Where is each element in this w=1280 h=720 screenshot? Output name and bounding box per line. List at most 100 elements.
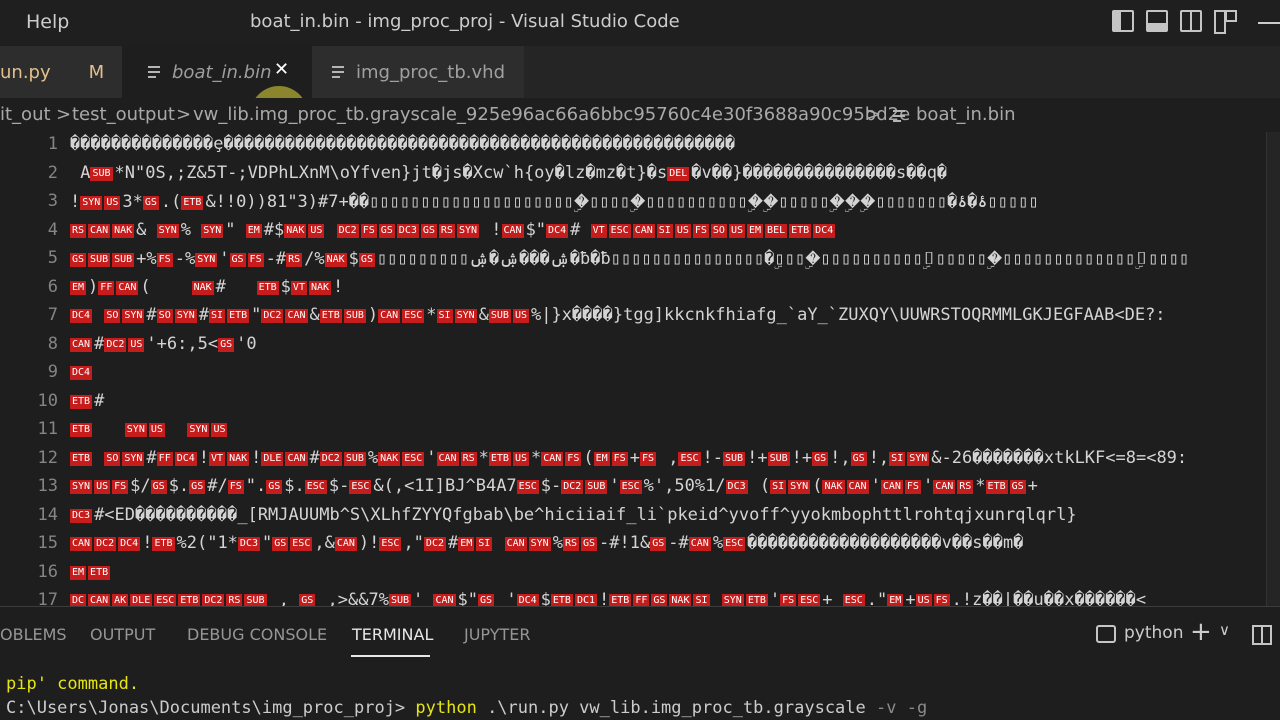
tab-debug-console[interactable]: DEBUG CONSOLE xyxy=(187,625,327,644)
control-char-badge: FS xyxy=(360,223,377,238)
breadcrumb-item[interactable]: test_output xyxy=(72,104,175,125)
window-title: boat_in.bin - img_proc_proj - Visual Stu… xyxy=(250,11,680,32)
control-char-badge: FS xyxy=(112,480,129,494)
code-line[interactable]: SYN US FS $/GS $. GS #/FS ". GS $. ESC $- ESC &(,<1I]… xyxy=(70,476,1266,496)
code-text: -#!1& xyxy=(599,533,651,553)
code-line[interactable]: EM ETB xyxy=(70,562,1266,582)
control-char-badge: SYN xyxy=(454,309,477,323)
control-char-badge: EM xyxy=(458,537,475,551)
code-text: , xyxy=(268,590,300,606)
code-line[interactable]: DC4 xyxy=(70,362,1266,382)
control-char-badge: GS xyxy=(850,451,867,466)
control-char-badge: CAN xyxy=(378,309,401,323)
line-number: 15 xyxy=(37,533,58,553)
code-line[interactable]: GS SUB SUB +% FS -% SYN ' GS FS -# RS/% NAK $ GS ▯▯▯▯▯▯… xyxy=(70,248,1266,269)
code-text: ' xyxy=(496,590,517,606)
code-line[interactable]: ETB SYN US SYN US xyxy=(70,419,1266,439)
code-text: �v��}���������������s��q� xyxy=(691,162,948,183)
control-char-badge: DC2 xyxy=(319,451,342,466)
control-char-badge: US xyxy=(211,423,228,437)
control-char-badge: ETB xyxy=(319,309,342,323)
code-line[interactable]: ��������������ȩ�������������������������… xyxy=(70,134,1266,154)
code-text: + xyxy=(822,590,843,606)
control-char-badge: VT xyxy=(590,223,607,238)
code-line[interactable]: CAN DC2 DC4! ETB %2("1* DC3 " GS ESC ,& CAN)! ESC ,"… xyxy=(70,533,1266,553)
terminal-name[interactable]: python xyxy=(1124,623,1183,643)
control-char-badge: CAN xyxy=(285,451,308,466)
new-terminal-icon[interactable]: + xyxy=(1190,617,1212,647)
control-char-badge: DC2 xyxy=(94,537,117,551)
toggle-panel-icon[interactable] xyxy=(1146,10,1168,32)
control-char-badge: BEL xyxy=(765,223,788,238)
code-line[interactable]: ETB # xyxy=(70,391,1266,411)
breadcrumb-item[interactable]: vw_lib.img_proc_tb.grayscale_925e96ac66a… xyxy=(193,104,910,125)
breadcrumb-item[interactable]: boat_in.bin xyxy=(916,104,1016,125)
editor-scrollbar[interactable] xyxy=(1266,132,1280,606)
terminal-output[interactable]: pip' command. C:\Users\Jonas\Documents\i… xyxy=(0,662,1280,720)
control-char-badge: SO xyxy=(104,451,121,466)
control-char-badge: FS xyxy=(780,594,797,606)
control-char-badge: DC3 xyxy=(396,223,419,238)
code-line[interactable]: DC3 #<ED����������_[RMJAUUMb^S\XLhfZYYQfg… xyxy=(70,505,1266,525)
code-text: # xyxy=(215,276,257,297)
control-char-badge: SYN xyxy=(456,223,480,238)
code-line[interactable]: CAN # DC2 US '+6:,5< GS '0 xyxy=(70,334,1266,354)
code-text: &-26�������xtkLKF<=8=<89: xyxy=(931,447,1188,468)
code-text: !, xyxy=(830,447,851,468)
control-char-badge: CAN xyxy=(88,594,111,606)
tab-img-proc-tb-vhd[interactable]: img_proc_tb.vhd xyxy=(312,46,524,98)
toggle-primary-sidebar-icon[interactable] xyxy=(1112,10,1134,32)
menu-help[interactable]: Help xyxy=(26,11,69,33)
tab-output[interactable]: OUTPUT xyxy=(90,625,155,644)
control-char-badge: NAK xyxy=(284,223,307,238)
control-char-badge: ETB xyxy=(609,594,632,606)
control-char-badge: US xyxy=(94,480,111,494)
tab-terminal[interactable]: TERMINAL xyxy=(352,625,433,644)
control-char-badge: SI xyxy=(209,309,226,323)
terminal-args: .\run.py vw_lib.img_proc_tb.grayscale xyxy=(476,698,876,718)
code-text: " xyxy=(251,305,262,325)
control-char-badge: RS xyxy=(562,537,579,551)
split-terminal-icon[interactable] xyxy=(1252,625,1272,645)
code-text: '+6:,5< xyxy=(146,333,219,354)
code-line[interactable]: EM) FF CAN( NAK # ETB $ VT NAK! xyxy=(70,277,1266,297)
control-char-badge: NAK xyxy=(191,280,214,295)
code-text: ". xyxy=(245,476,267,496)
control-char-badge: DC2 xyxy=(336,223,359,238)
control-char-badge: AK xyxy=(112,594,129,606)
toggle-secondary-sidebar-icon[interactable] xyxy=(1180,10,1202,32)
control-char-badge: DC3 xyxy=(70,508,93,523)
breadcrumb-item[interactable]: it_out xyxy=(0,104,51,125)
line-number: 4 xyxy=(47,219,58,240)
control-char-badge: DEL xyxy=(667,166,690,181)
code-text: # xyxy=(447,533,459,553)
code-line[interactable]: DC4 SO SYN # SO SYN # SI ETB " DC2 CAN & ETB SUB) CAN E… xyxy=(70,305,1266,325)
control-char-badge: SYN xyxy=(907,451,930,466)
control-char-badge: SI xyxy=(436,309,453,323)
editor-content[interactable]: 1 ��������������ȩ������������������������… xyxy=(0,132,1280,606)
tab-jupyter[interactable]: JUPYTER xyxy=(464,625,531,644)
control-char-badge: DC4 xyxy=(118,537,141,551)
code-text: , xyxy=(657,447,679,468)
tab-problems[interactable]: OBLEMS xyxy=(0,625,67,644)
code-line[interactable]: DC CAN AK DLE ESC ETB DC2 RS SUB , GS ,>&&7% SUB '… xyxy=(70,590,1266,606)
customize-layout-icon[interactable] xyxy=(1214,10,1237,34)
control-char-badge: SUB xyxy=(723,451,746,466)
minimize-icon[interactable] xyxy=(1258,22,1280,24)
control-char-badge: SYN xyxy=(788,480,811,494)
control-char-badge: US xyxy=(728,223,745,238)
control-char-badge: SUB xyxy=(343,451,366,466)
code-line[interactable]: ! SYN US 3* GS .(ETB &!!0))81"3)#7+��▯▯▯▯▯▯▯▯▯… xyxy=(70,191,1266,212)
control-char-badge: GS xyxy=(812,451,829,466)
close-tab-icon[interactable]: ✕ xyxy=(274,59,289,80)
control-char-badge: ESC xyxy=(154,594,177,606)
code-line[interactable]: A SUB *N"0S,;Z&5T-;VDPhLXnM\oYfven}jt�js�X… xyxy=(70,163,1266,183)
control-char-badge: DC4 xyxy=(813,223,836,238)
code-text: ( xyxy=(749,476,771,496)
control-char-badge: ETB xyxy=(178,594,201,606)
breadcrumb: it_out > test_output > vw_lib.img_proc_t… xyxy=(0,98,1280,132)
chevron-down-icon[interactable]: ∨ xyxy=(1219,621,1230,639)
code-line[interactable]: RS CAN NAK & SYN% SYN " EM #$ NAK US DC2 FS GS DC3… xyxy=(70,220,1266,240)
code-line[interactable]: ETB SO SYN # FF DC4! VT NAK! DLE CAN # DC2 SUB% NAK E… xyxy=(70,448,1266,468)
tab-run-py[interactable]: un.py M xyxy=(0,46,122,98)
